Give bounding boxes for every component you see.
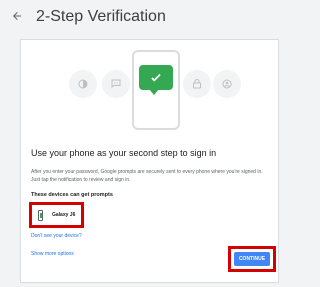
phone-check-icon [139,65,173,90]
brightness-icon [69,70,97,98]
face-icon [213,70,241,98]
section-heading: Use your phone as your second step to si… [31,148,217,158]
devices-label: These devices can get prompts [31,192,113,198]
chat-bubble-icon [102,70,130,98]
description-text: After you enter your password, Google pr… [31,169,263,183]
show-more-options-link[interactable]: Show more options [31,251,74,257]
phone-icon [38,210,43,221]
continue-highlight: CONTINUE [228,246,276,272]
page-title: 2-Step Verification [36,8,166,25]
continue-button[interactable]: CONTINUE [234,252,270,266]
top-bar: 2-Step Verification [0,0,300,36]
bubble-tail [149,89,159,95]
back-button[interactable] [8,9,26,27]
lock-icon [183,70,211,98]
dont-see-device-link[interactable]: Don't see your device? [31,233,82,239]
verification-card: Use your phone as your second step to si… [20,39,279,283]
device-item[interactable]: Galaxy J6 [29,202,84,228]
hero-illustration [69,50,241,130]
arrow-back-icon [11,9,23,27]
device-name: Galaxy J6 [52,212,76,218]
